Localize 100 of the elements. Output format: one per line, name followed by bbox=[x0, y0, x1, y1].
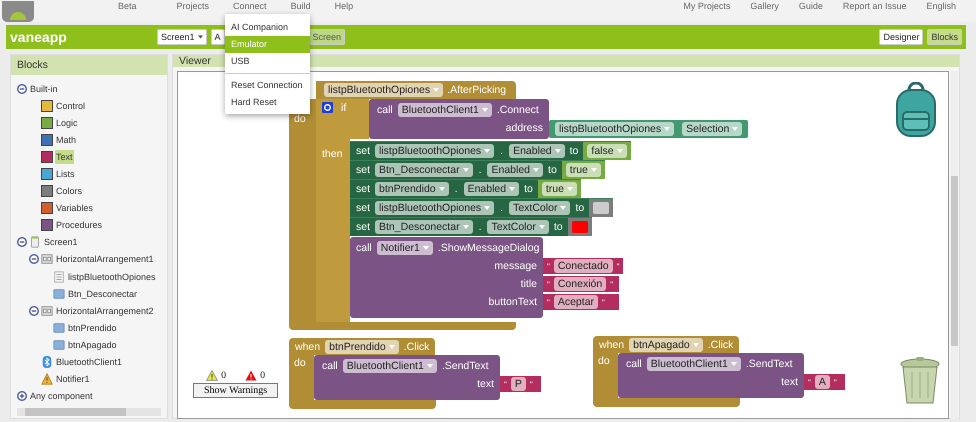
color-swatch[interactable] bbox=[593, 202, 610, 214]
component-dropdown[interactable]: BluetoothClient1 bbox=[398, 103, 492, 117]
call-block[interactable]: call BluetoothClient1 .SendText text bbox=[618, 353, 804, 398]
tree-item[interactable]: Logic bbox=[55, 116, 79, 130]
set-block[interactable]: set listpBluetoothOpiones . Enabled to false bbox=[350, 141, 631, 160]
component-dropdown[interactable]: listpBluetoothOpiones bbox=[324, 83, 444, 97]
component-dropdown[interactable]: btnPrendido bbox=[325, 340, 399, 354]
nav-menu[interactable]: Connect bbox=[233, 1, 267, 12]
event-block-header[interactable]: listpBluetoothOpiones .AfterPicking bbox=[316, 81, 516, 99]
color-block[interactable] bbox=[589, 199, 614, 217]
tree-item[interactable]: btnApagado bbox=[67, 338, 118, 352]
nav-menu[interactable]: Build bbox=[290, 1, 311, 12]
blocks-workspace[interactable] bbox=[177, 71, 949, 419]
collapse-icon[interactable] bbox=[17, 237, 27, 248]
set-block[interactable]: set btnPrendido . Enabled to true bbox=[350, 179, 581, 198]
collapse-icon[interactable] bbox=[17, 84, 27, 94]
component-dropdown[interactable]: BluetoothClient1 bbox=[342, 359, 437, 373]
menu-item[interactable]: USB bbox=[225, 53, 310, 70]
tree-item[interactable]: Text bbox=[55, 150, 74, 164]
color-swatch[interactable] bbox=[572, 221, 588, 233]
tree-item[interactable]: Built-in bbox=[29, 82, 59, 96]
component-dropdown[interactable]: Notifier1 bbox=[376, 241, 433, 255]
tree-item[interactable]: Lists bbox=[55, 167, 76, 182]
menu-item[interactable]: Reset Connection bbox=[225, 77, 310, 94]
tree-item[interactable]: HorizontalArrangement1 bbox=[55, 252, 155, 266]
property-dropdown[interactable]: Enabled bbox=[487, 163, 544, 177]
component-dropdown[interactable]: btnApagado bbox=[629, 338, 703, 352]
mode-button[interactable]: Designer bbox=[879, 29, 924, 45]
boolean-block[interactable]: true bbox=[538, 180, 581, 198]
nav-link[interactable]: English bbox=[926, 1, 956, 12]
component-dropdown[interactable]: listpBluetoothOpiones bbox=[555, 122, 674, 136]
call-block[interactable]: call BluetoothClient1 .Connect address bbox=[369, 99, 549, 139]
mode-button[interactable]: Blocks bbox=[927, 29, 962, 45]
tree-item[interactable]: Variables bbox=[55, 201, 94, 216]
tree-item[interactable]: Notifier1 bbox=[55, 372, 91, 386]
nav-link[interactable]: Guide bbox=[798, 1, 823, 12]
tree-item[interactable]: Control bbox=[55, 98, 86, 113]
call-block[interactable]: call BluetoothClient1 .SendText text bbox=[314, 355, 500, 400]
listpicker-icon bbox=[53, 270, 65, 283]
tree-item[interactable]: BluetoothClient1 bbox=[55, 355, 124, 370]
component-dropdown[interactable]: Btn_Desconectar bbox=[375, 163, 473, 177]
tree-item[interactable]: Any component bbox=[29, 389, 94, 404]
show-warnings-button[interactable]: Show Warnings bbox=[193, 383, 278, 398]
property-dropdown[interactable]: Selection bbox=[682, 122, 742, 136]
tree-item[interactable]: Math bbox=[55, 132, 78, 147]
nav-link[interactable]: My Projects bbox=[683, 1, 730, 12]
color-block[interactable] bbox=[568, 218, 592, 236]
getter-block[interactable]: listpBluetoothOpiones Selection bbox=[549, 120, 748, 138]
text-value[interactable]: Aceptar bbox=[554, 295, 598, 309]
nav-menu[interactable]: Projects bbox=[176, 1, 210, 12]
text-value[interactable]: Conexión bbox=[554, 277, 606, 291]
tree-item[interactable]: Screen1 bbox=[43, 235, 79, 250]
tree-item[interactable]: HorizontalArrangement2 bbox=[55, 304, 155, 318]
component-dropdown[interactable]: listpBluetoothOpiones bbox=[375, 201, 494, 215]
scrollbar[interactable] bbox=[951, 71, 958, 419]
text-value[interactable]: P bbox=[510, 377, 526, 391]
screen-dropdown[interactable]: Screen1 bbox=[157, 29, 207, 45]
tree-item[interactable]: btnPrendido bbox=[67, 320, 118, 335]
text-block[interactable]: " A " bbox=[804, 374, 845, 390]
boolean-dropdown[interactable]: true bbox=[566, 163, 601, 177]
collapse-icon[interactable] bbox=[29, 306, 39, 316]
tree-item[interactable]: listpBluetoothOpiones bbox=[67, 270, 157, 284]
tree-item[interactable]: Procedures bbox=[55, 218, 104, 232]
call-block[interactable]: call Notifier1 .ShowMessageDialog message title buttonText bbox=[350, 237, 543, 318]
text-block[interactable]: " P " bbox=[500, 376, 541, 392]
set-block[interactable]: set Btn_Desconectar . TextColor to bbox=[350, 217, 592, 236]
add-screen-button[interactable]: A bbox=[210, 29, 225, 45]
nav-menu[interactable]: Help bbox=[334, 1, 354, 12]
text-block[interactable]: " Conectado " bbox=[543, 258, 624, 274]
boolean-dropdown[interactable]: true bbox=[542, 182, 577, 196]
nav-link[interactable]: Report an Issue bbox=[842, 1, 906, 12]
text-block[interactable]: " Conexión " bbox=[543, 276, 619, 292]
tree-item[interactable]: Btn_Desconectar bbox=[67, 286, 138, 301]
set-block[interactable]: set Btn_Desconectar . Enabled to true bbox=[350, 160, 605, 179]
text-value[interactable]: Conectado bbox=[554, 259, 613, 273]
boolean-block[interactable]: false bbox=[583, 142, 631, 160]
tree-item[interactable]: Colors bbox=[55, 184, 84, 198]
trash-icon[interactable] bbox=[898, 356, 942, 404]
property-dropdown[interactable]: Enabled bbox=[464, 182, 520, 196]
scrollbar[interactable] bbox=[17, 408, 161, 416]
boolean-block[interactable]: true bbox=[562, 161, 605, 179]
event-block-header[interactable]: when btnApagado .Click bbox=[593, 336, 740, 353]
event-block-header[interactable]: when btnPrendido .Click bbox=[289, 338, 436, 355]
component-dropdown[interactable]: Btn_Desconectar bbox=[375, 220, 473, 234]
component-dropdown[interactable]: BluetoothClient1 bbox=[646, 357, 741, 371]
property-dropdown[interactable]: Enabled bbox=[509, 144, 565, 158]
text-block[interactable]: " Aceptar " bbox=[543, 294, 619, 310]
component-dropdown[interactable]: listpBluetoothOpiones bbox=[375, 144, 494, 158]
nav-link[interactable]: Gallery bbox=[750, 1, 779, 12]
property-dropdown[interactable]: TextColor bbox=[509, 201, 570, 215]
component-dropdown[interactable]: btnPrendido bbox=[375, 182, 449, 196]
remove-screen-button[interactable]: Screen bbox=[308, 29, 346, 45]
collapse-icon[interactable] bbox=[29, 254, 39, 264]
text-value[interactable]: A bbox=[814, 375, 830, 389]
menu-item[interactable]: AI Companion bbox=[225, 19, 310, 36]
expand-icon[interactable] bbox=[17, 391, 27, 402]
menu-item[interactable]: Hard Reset bbox=[225, 94, 310, 111]
boolean-dropdown[interactable]: false bbox=[587, 144, 627, 158]
property-dropdown[interactable]: TextColor bbox=[487, 220, 549, 234]
set-block[interactable]: set listpBluetoothOpiones . TextColor to bbox=[350, 198, 614, 217]
